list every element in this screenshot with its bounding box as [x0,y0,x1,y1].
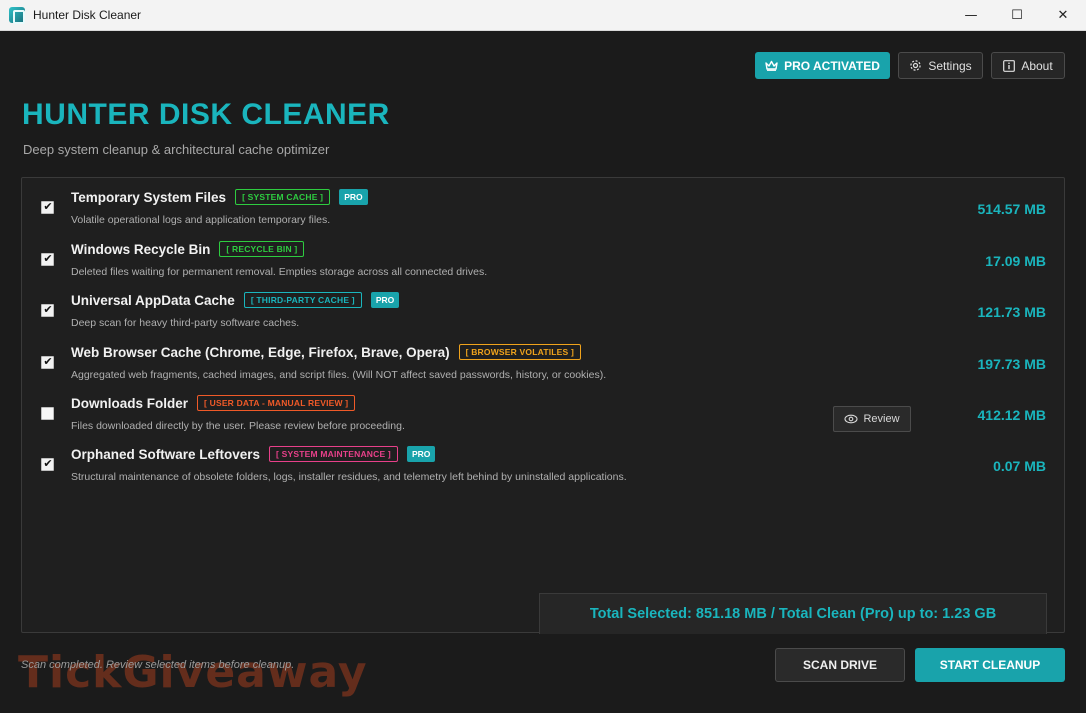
status-text: Scan completed. Review selected items be… [21,659,295,671]
cleanup-item: Orphaned Software Leftovers [ SYSTEM MAIN… [22,438,1064,486]
item-title: Web Browser Cache (Chrome, Edge, Firefox… [71,344,450,360]
window-title: Hunter Disk Cleaner [33,8,142,22]
app-subtitle: Deep system cleanup & architectural cach… [23,142,330,157]
item-checkbox[interactable] [41,407,54,420]
item-title: Orphaned Software Leftovers [71,446,261,462]
item-category-tag: [ BROWSER VOLATILES ] [458,344,582,360]
item-description: Files downloaded directly by the user. P… [71,420,405,432]
item-description: Volatile operational logs and applicatio… [71,214,331,226]
pro-badge: PRO [339,189,368,205]
item-checkbox[interactable] [41,200,54,214]
item-title: Downloads Folder [71,395,189,411]
item-header: Web Browser Cache (Chrome, Edge, Firefox… [71,344,582,360]
item-description: Structural maintenance of obsolete folde… [71,471,627,483]
title-bar: Hunter Disk Cleaner — ☐ ✕ [0,0,1086,31]
eye-icon [844,414,859,424]
start-cleanup-button[interactable]: START CLEANUP [915,648,1065,682]
item-header: Windows Recycle Bin [ RECYCLE BIN ] [71,241,305,257]
cleanup-item: Web Browser Cache (Chrome, Edge, Firefox… [22,336,1064,384]
item-category-tag: [ THIRD-PARTY CACHE ] [243,292,362,308]
pro-activated-label: PRO ACTIVATED [784,58,880,73]
item-category-tag: [ SYSTEM CACHE ] [235,189,331,205]
item-description: Deleted files waiting for permanent remo… [71,266,488,278]
about-label: About [1021,58,1053,73]
item-category-tag: [ SYSTEM MAINTENANCE ] [269,446,398,462]
pro-activated-button[interactable]: PRO ACTIVATED [755,52,890,79]
info-icon [1003,59,1016,72]
cleanup-item: Windows Recycle Bin [ RECYCLE BIN ] Delete… [22,233,1064,281]
cleanup-item: Downloads Folder [ USER DATA - MANUAL REV… [22,387,1064,435]
item-title: Universal AppData Cache [71,292,235,308]
gear-icon [910,60,922,71]
item-header: Downloads Folder [ USER DATA - MANUAL REV… [71,395,356,411]
item-checkbox[interactable] [41,457,54,471]
item-checkbox[interactable] [41,252,54,266]
item-header: Universal AppData Cache [ THIRD-PARTY CAC… [71,292,400,308]
item-size: 514.57 MB [977,201,1046,217]
total-summary: Total Selected: 851.18 MB / Total Clean … [539,593,1047,634]
minimize-button[interactable]: — [948,0,994,31]
app-icon [9,7,25,24]
maximize-button[interactable]: ☐ [994,0,1040,31]
cleanup-item: Universal AppData Cache [ THIRD-PARTY CAC… [22,284,1064,332]
item-title: Temporary System Files [71,189,227,205]
item-size: 197.73 MB [977,356,1046,372]
window-controls: — ☐ ✕ [948,0,1086,31]
item-category-tag: [ USER DATA - MANUAL REVIEW ] [197,395,356,411]
item-checkbox[interactable] [41,303,54,317]
item-header: Temporary System Files [ SYSTEM CACHE ] PR… [71,189,368,205]
close-button[interactable]: ✕ [1040,0,1086,31]
scan-drive-button[interactable]: SCAN DRIVE [775,648,905,682]
crown-icon [765,60,778,71]
pro-badge: PRO [406,446,436,462]
settings-button[interactable]: Settings [898,52,983,79]
item-size: 0.07 MB [993,458,1046,474]
pro-badge: PRO [370,292,400,308]
cleanup-items-panel: Temporary System Files [ SYSTEM CACHE ] PR… [21,177,1065,634]
item-category-tag: [ RECYCLE BIN ] [219,241,305,257]
review-button[interactable]: Review [833,406,911,432]
item-header: Orphaned Software Leftovers [ SYSTEM MAIN… [71,446,436,462]
app-title: HUNTER DISK CLEANER [22,98,390,131]
review-label: Review [863,413,900,425]
item-checkbox[interactable] [41,355,54,369]
cleanup-item: Temporary System Files [ SYSTEM CACHE ] PR… [22,181,1064,229]
item-size: 412.12 MB [977,407,1046,423]
watermark-logo: TickGiveaway [18,647,368,698]
item-description: Deep scan for heavy third-party software… [71,317,300,329]
item-size: 17.09 MB [985,253,1046,269]
settings-label: Settings [928,58,972,73]
item-title: Windows Recycle Bin [71,241,211,257]
item-size: 121.73 MB [977,304,1046,320]
about-button[interactable]: About [991,52,1065,79]
item-description: Aggregated web fragments, cached images,… [71,369,607,381]
